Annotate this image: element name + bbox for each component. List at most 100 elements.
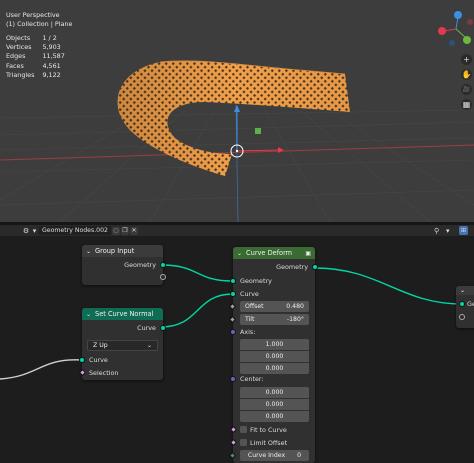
3d-viewport[interactable]: User Perspective (1) Collection | Plane … bbox=[0, 0, 474, 222]
output-geometry-label: Geometry bbox=[124, 261, 156, 269]
output-curve-label: Curve bbox=[137, 324, 156, 332]
group-input-node[interactable]: ⌄ Group Input Geometry bbox=[82, 245, 166, 285]
normal-mode-value: Z Up bbox=[93, 342, 108, 349]
center-z-field[interactable]: 0.000 bbox=[240, 411, 309, 422]
center-label: Center: bbox=[240, 375, 264, 383]
axis-z-field[interactable]: 0.000 bbox=[240, 363, 309, 374]
input-geometry-socket[interactable] bbox=[459, 301, 465, 307]
stat-value: 1 / 2 bbox=[42, 34, 57, 42]
stat-row: Faces 4,561 bbox=[6, 62, 65, 71]
node-title: Curve Deform bbox=[246, 249, 293, 257]
stat-value: 9,122 bbox=[42, 70, 61, 79]
input-curve-socket[interactable] bbox=[79, 357, 85, 363]
input-geometry-label: Ge bbox=[467, 300, 474, 308]
chevron-down-icon[interactable]: ⌄ bbox=[86, 311, 91, 318]
camera-icon[interactable]: 🎥 bbox=[461, 84, 472, 95]
node-header[interactable]: ⌄ Curve Deform ▣ bbox=[233, 247, 315, 259]
input-curve-socket[interactable] bbox=[230, 291, 236, 297]
node-header[interactable]: ⌄ Set Curve Normal bbox=[82, 308, 163, 320]
fit-to-curve-label: Fit to Curve bbox=[250, 426, 287, 434]
input-geometry-socket[interactable] bbox=[230, 278, 236, 284]
close-icon[interactable]: ✕ bbox=[129, 226, 138, 235]
pan-hand-icon[interactable]: ✋ bbox=[461, 69, 472, 80]
node-tree-name[interactable]: Geometry Nodes.002 bbox=[39, 226, 111, 235]
stat-row: Objects 1 / 2 bbox=[6, 34, 65, 43]
stat-row: Edges 11,587 bbox=[6, 52, 65, 61]
input-curve-label: Curve bbox=[240, 290, 259, 298]
node-title: Group Input bbox=[95, 247, 135, 255]
node-header[interactable]: ⌄ Group Input bbox=[82, 245, 163, 257]
stat-label: Vertices bbox=[6, 43, 32, 52]
axis-y-field[interactable]: 0.000 bbox=[240, 351, 309, 362]
curve-index-label: Curve Index bbox=[247, 452, 286, 459]
curve-index-field[interactable]: Curve Index 0 bbox=[240, 450, 309, 461]
offset-value: 0.480 bbox=[286, 303, 304, 310]
tilt-label: Tilt bbox=[245, 316, 255, 323]
node-title: Set Curve Normal bbox=[95, 310, 154, 318]
stat-value: 5,903 bbox=[42, 43, 61, 52]
set-curve-normal-node[interactable]: ⌄ Set Curve Normal Curve Z Up ⌄ Curve Se… bbox=[78, 308, 166, 380]
curve-deform-node[interactable]: ⌄ Curve Deform ▣ Geometry Geometry Curve… bbox=[228, 247, 318, 463]
node-editor-canvas[interactable]: ⌄ Group Input Geometry ⌄ Set Curve Norma… bbox=[0, 236, 474, 463]
viewport-stats-overlay: User Perspective (1) Collection | Plane … bbox=[6, 11, 72, 80]
stat-row: Vertices 5,903 bbox=[6, 43, 65, 52]
stat-value: 4,561 bbox=[42, 61, 61, 70]
stats-table: Objects 1 / 2 Vertices 5,903 Edges 11,587 F… bbox=[6, 34, 65, 80]
offset-label: Offset bbox=[245, 303, 264, 310]
output-curve-socket[interactable] bbox=[160, 325, 166, 331]
input-selection-label: Selection bbox=[89, 369, 119, 377]
tilt-value: -180° bbox=[286, 316, 304, 323]
node-tree-icon[interactable]: ⚙ bbox=[22, 227, 30, 235]
shield-icon[interactable]: ◌ bbox=[111, 226, 120, 235]
navigation-gizmo bbox=[438, 11, 473, 46]
limit-offset-label: Limit Offset bbox=[250, 439, 288, 447]
stat-row: Triangles 9,122 bbox=[6, 71, 65, 80]
active-collection: (1) Collection | Plane bbox=[6, 20, 73, 28]
input-center-socket[interactable] bbox=[230, 376, 236, 382]
lattice-mesh bbox=[117, 60, 350, 176]
output-geometry-socket[interactable] bbox=[160, 262, 166, 268]
chevron-down-icon[interactable]: ⌄ bbox=[86, 248, 91, 255]
stat-value: 11,587 bbox=[42, 52, 65, 61]
curve-index-value: 0 bbox=[297, 452, 302, 459]
object-gizmo bbox=[230, 105, 284, 158]
chevron-down-icon[interactable]: ⌄ bbox=[460, 287, 465, 294]
viewport-header-strip bbox=[0, 0, 474, 6]
axis-label: Axis: bbox=[240, 328, 256, 336]
chevron-down-icon: ⌄ bbox=[146, 342, 152, 349]
offset-field[interactable]: Offset 0.480 bbox=[240, 301, 309, 312]
node-group-icon[interactable]: ▣ bbox=[305, 250, 311, 257]
link-output-geometry bbox=[314, 267, 463, 305]
chevron-down-icon[interactable]: ⌄ bbox=[237, 250, 242, 257]
node-editor-header: ⚙ ▾ Geometry Nodes.002 ◌ ❐ ✕ ⚲ ▾ ⊞ bbox=[0, 225, 474, 236]
stat-label: Edges bbox=[6, 52, 26, 61]
grid-icon[interactable]: ▦ bbox=[461, 99, 472, 110]
stat-label: Triangles bbox=[6, 70, 35, 79]
pin-icon[interactable]: ⚲ bbox=[434, 227, 439, 235]
node-header[interactable]: ⌄ bbox=[456, 286, 474, 295]
view-name: User Perspective bbox=[6, 11, 60, 19]
stat-label: Objects bbox=[6, 34, 31, 42]
center-y-field[interactable]: 0.000 bbox=[240, 399, 309, 410]
axis-x-field[interactable]: 1.000 bbox=[240, 339, 309, 350]
normal-mode-select[interactable]: Z Up ⌄ bbox=[87, 340, 158, 351]
duplicate-icon[interactable]: ❐ bbox=[120, 226, 129, 235]
options-icon[interactable]: ▾ bbox=[446, 227, 450, 235]
output-geometry-label: Geometry bbox=[276, 263, 308, 271]
output-empty-socket[interactable] bbox=[160, 274, 166, 280]
center-x-field[interactable]: 0.000 bbox=[240, 387, 309, 398]
input-axis-socket[interactable] bbox=[230, 329, 236, 335]
group-output-node[interactable]: ⌄ Ge bbox=[456, 286, 474, 328]
link-curve bbox=[160, 293, 234, 328]
link-curve-input bbox=[0, 359, 83, 380]
tilt-field[interactable]: Tilt -180° bbox=[240, 314, 309, 325]
limit-offset-checkbox[interactable] bbox=[240, 439, 247, 446]
chevron-down-icon[interactable]: ▾ bbox=[32, 227, 37, 235]
output-geometry-socket[interactable] bbox=[312, 264, 318, 270]
zoom-icon[interactable]: + bbox=[461, 54, 472, 65]
fit-to-curve-checkbox[interactable] bbox=[240, 426, 247, 433]
input-geometry-label: Geometry bbox=[240, 277, 272, 285]
overlay-toggle-icon[interactable]: ⊞ bbox=[459, 226, 468, 235]
input-empty-socket[interactable] bbox=[459, 314, 465, 320]
input-curve-label: Curve bbox=[89, 356, 108, 364]
